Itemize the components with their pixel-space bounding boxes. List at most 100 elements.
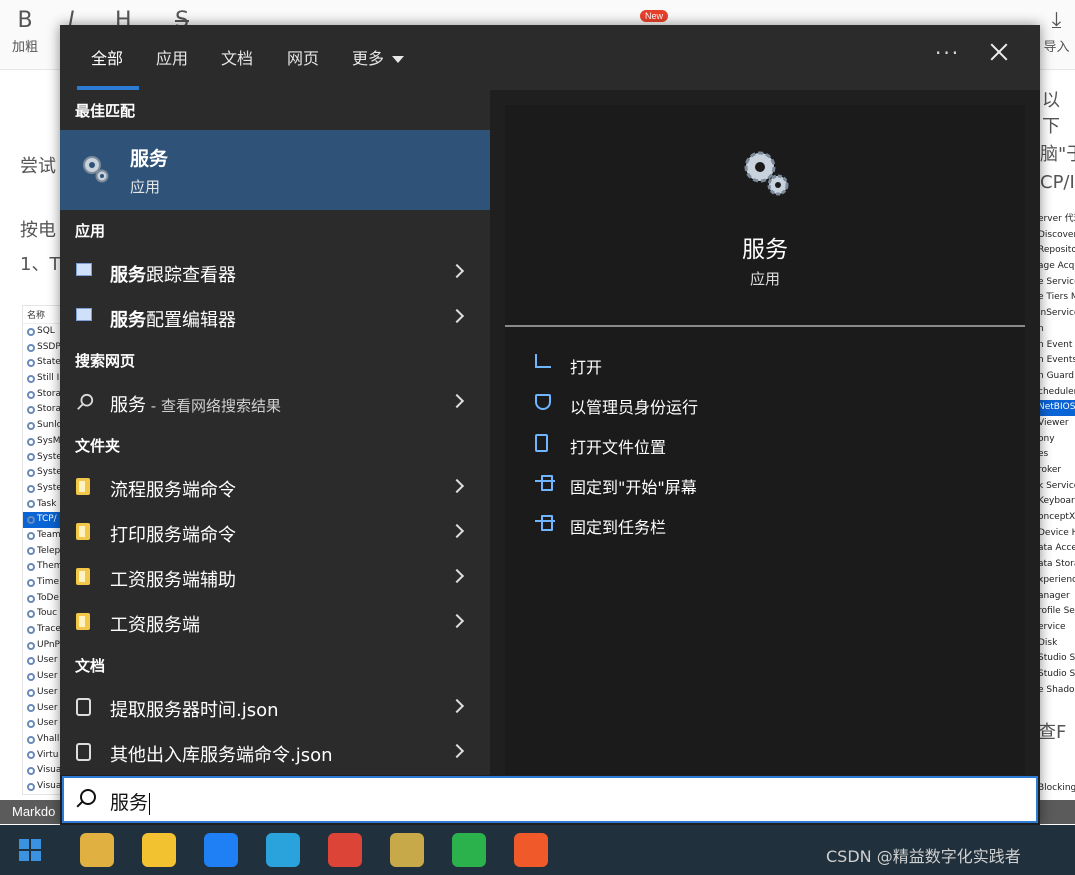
list-item: Vhall — [23, 732, 61, 748]
list-item-label: UPnP — [37, 639, 60, 650]
list-item: Time — [23, 575, 61, 591]
list-item: Visua — [23, 779, 62, 794]
chevron-right-icon[interactable] — [449, 743, 465, 759]
action-label: 打开 — [570, 358, 603, 377]
tab-documents[interactable]: 文档 — [221, 45, 253, 69]
folder-icon — [76, 523, 94, 541]
tools-app-icon[interactable] — [80, 833, 114, 867]
result-folder-item[interactable]: 流程服务端命令 — [60, 465, 490, 510]
chevron-right-icon[interactable] — [449, 393, 465, 409]
list-item: User — [23, 669, 61, 685]
list-item-label: Still I — [37, 373, 60, 384]
result-app-item[interactable]: 服务跟踪查看器 — [60, 250, 490, 295]
result-folder-item[interactable]: 打印服务端命令 — [60, 510, 490, 555]
best-match-item[interactable]: 服务 应用 — [60, 130, 490, 210]
action-open[interactable]: 打开 — [535, 350, 835, 380]
action-run-as-admin[interactable]: 以管理员身份运行 — [535, 390, 835, 420]
tab-more[interactable]: 更多 — [352, 45, 405, 69]
file-explorer-icon[interactable] — [142, 833, 176, 867]
editor-text-line: 以下 — [1042, 90, 1060, 137]
editor-text-line: 查F — [1038, 722, 1067, 743]
list-item: inService — [1038, 308, 1075, 319]
tab-web[interactable]: 网页 — [287, 45, 319, 69]
chevron-right-icon[interactable] — [449, 263, 465, 279]
section-web: 搜索网页 — [75, 352, 136, 370]
action-label: 以管理员身份运行 — [570, 398, 699, 417]
result-folder-item[interactable]: 工资服务端 — [60, 600, 490, 645]
gear-icon — [27, 751, 35, 760]
list-item: cheduler — [1038, 386, 1075, 397]
chevron-right-icon[interactable] — [449, 568, 465, 584]
chevron-right-icon[interactable] — [449, 523, 465, 539]
list-item: Visua — [23, 763, 61, 779]
windows-start-icon[interactable] — [19, 839, 41, 861]
result-app-item[interactable]: 服务配置编辑器 — [60, 295, 490, 340]
gear-icon — [27, 437, 35, 446]
chevron-right-icon[interactable] — [449, 308, 465, 324]
feishu-icon[interactable] — [204, 833, 238, 867]
gear-icon — [27, 688, 35, 697]
editor-text-line: 1、T — [20, 254, 61, 275]
action-pin-to-taskbar[interactable]: 固定到任务栏 — [535, 510, 835, 540]
tab-all[interactable]: 全部 — [91, 45, 123, 69]
result-label: 打印服务端命令 — [110, 525, 236, 546]
list-item: Still I — [23, 371, 61, 387]
folder-icon — [76, 478, 94, 496]
list-item: Telep — [23, 544, 61, 560]
import-button[interactable]: ⤓ 导入 — [1038, 8, 1075, 55]
action-pin-to-start[interactable]: 固定到"开始"屏幕 — [535, 470, 835, 500]
close-icon[interactable] — [985, 39, 1013, 67]
hbuilder-icon[interactable] — [266, 833, 300, 867]
taskbar: CSDN @精益数字化实践者 — [0, 825, 1075, 875]
services-list-screenshot-right: erver 代理 Discovery Repositor age Acqu e Serv… — [1038, 212, 1075, 712]
list-item-label: SysM — [37, 435, 61, 446]
list-item: SQL — [23, 324, 61, 340]
chevron-right-icon[interactable] — [449, 478, 465, 494]
result-web-item[interactable]: 服务 - 查看网络搜索结果 — [60, 380, 490, 425]
list-item: Disk — [1038, 637, 1058, 648]
list-item-label: Visua — [37, 780, 62, 791]
chrome-icon[interactable] — [328, 833, 362, 867]
pin-icon — [535, 515, 555, 531]
chevron-right-icon[interactable] — [449, 613, 465, 629]
result-label: 提取服务器时间.json — [110, 700, 279, 721]
watermark: CSDN @精益数字化实践者 — [826, 847, 1021, 866]
result-document-item[interactable]: 其他出入库服务端命令.json — [60, 730, 490, 775]
action-open-file-location[interactable]: 打开文件位置 — [535, 430, 835, 460]
list-item: Virtu — [23, 748, 61, 764]
document-icon — [76, 698, 94, 716]
list-item: k Service — [1038, 480, 1075, 491]
list-item-label: Virtu — [37, 749, 59, 760]
action-label: 固定到"开始"屏幕 — [570, 478, 697, 497]
search-input[interactable]: 服务 — [62, 776, 1038, 823]
xmind-icon[interactable] — [514, 833, 548, 867]
gear-icon — [27, 374, 35, 383]
list-item-label: Visua — [37, 765, 62, 776]
gear-icon — [27, 578, 35, 587]
gear-icon — [27, 421, 35, 430]
list-item-label: SQL — [37, 326, 55, 336]
gear-icon — [27, 782, 35, 791]
list-item: Sunlo — [23, 418, 61, 434]
result-folder-item[interactable]: 工资服务端辅助 — [60, 555, 490, 600]
list-item: User — [23, 701, 61, 717]
dev-tools-icon[interactable] — [390, 833, 424, 867]
list-item-label: TCP/ — [37, 514, 57, 525]
list-item-label: Them — [37, 561, 62, 572]
more-options-icon[interactable]: ··· — [935, 41, 960, 65]
chevron-right-icon[interactable] — [449, 698, 465, 714]
gear-icon — [27, 735, 35, 744]
gear-icon — [27, 484, 35, 493]
tab-apps[interactable]: 应用 — [156, 45, 188, 69]
result-label: 跟踪查看器 — [146, 265, 236, 286]
gear-icon — [27, 610, 35, 619]
gear-icon — [27, 657, 35, 666]
result-document-item[interactable]: 提取服务器时间.json — [60, 685, 490, 730]
list-item: onceptX — [1038, 512, 1075, 523]
list-item: Stora — [23, 387, 61, 403]
list-item-label: Telep — [37, 545, 61, 556]
bold-button[interactable]: B 加粗 — [10, 8, 40, 55]
services-list-screenshot: 名称 SQL SSDP State Still I Stora Stora Sunlo Sys… — [22, 305, 62, 795]
list-item: Syste — [23, 450, 61, 466]
wechat-icon[interactable] — [452, 833, 486, 867]
